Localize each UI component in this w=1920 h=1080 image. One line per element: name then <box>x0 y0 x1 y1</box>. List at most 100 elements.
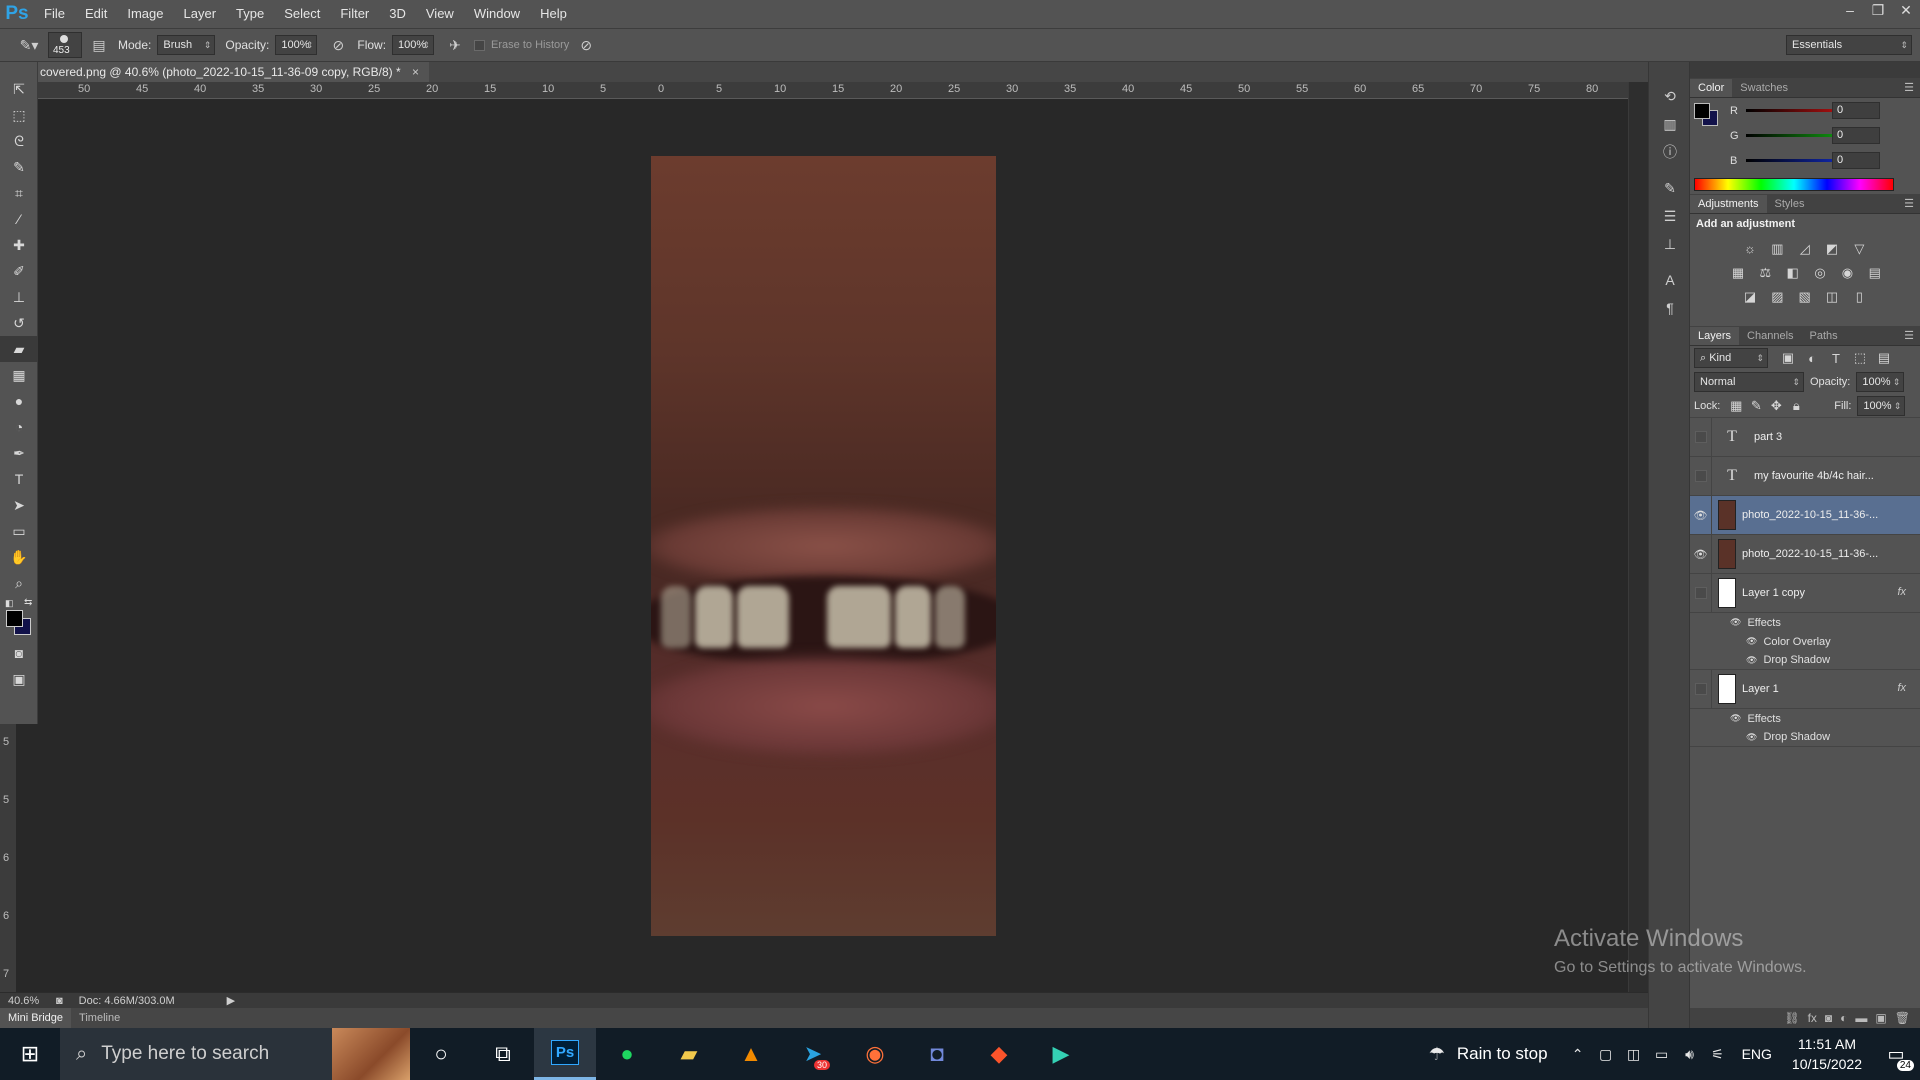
photoshop-taskbar-icon[interactable]: Ps <box>534 1028 596 1080</box>
menu-filter[interactable]: Filter <box>330 0 379 28</box>
effects-group[interactable]: 👁︎ Effects <box>1690 709 1920 728</box>
filter-shape-icon[interactable]: ⬚ <box>1848 346 1872 370</box>
tab-mini-bridge[interactable]: Mini Bridge <box>0 1008 72 1028</box>
levels-icon[interactable]: ▥ <box>1765 237 1789 261</box>
black-white-icon[interactable]: ◧ <box>1781 261 1805 285</box>
status-options-icon[interactable]: ◙ <box>56 995 63 1007</box>
menu-image[interactable]: Image <box>117 0 173 28</box>
filmora-icon[interactable]: ▶ <box>1030 1028 1092 1080</box>
input-language[interactable]: ENG <box>1742 1046 1772 1062</box>
exposure-icon[interactable]: ◩ <box>1820 237 1844 261</box>
brush-tool-icon[interactable]: ✐ <box>0 258 38 284</box>
document-tab[interactable]: covered.png @ 40.6% (photo_2022-10-15_11… <box>38 62 429 82</box>
flow-field[interactable]: 100% <box>392 35 435 55</box>
dodge-tool-icon[interactable]: ◔ <box>0 414 38 440</box>
photo-filter-icon[interactable]: ◎ <box>1808 261 1832 285</box>
layer-kind-filter[interactable]: ⌕ Kind <box>1694 348 1768 368</box>
windows-start-icon[interactable]: ⊞ <box>0 1028 60 1080</box>
hand-tool-icon[interactable]: ✋ <box>0 544 38 570</box>
layer-visibility-toggle[interactable]: 👁︎ <box>1690 534 1712 574</box>
brave-icon[interactable]: ◆ <box>968 1028 1030 1080</box>
effect-item[interactable]: 👁︎ Drop Shadow <box>1690 651 1920 670</box>
add-mask-icon[interactable]: ◙ <box>1825 1011 1832 1025</box>
foreground-color-swatch[interactable] <box>6 610 23 627</box>
filter-pixel-icon[interactable]: ▣ <box>1776 346 1800 370</box>
pen-tool-icon[interactable]: ✒ <box>0 440 38 466</box>
add-style-icon[interactable]: fx <box>1808 1011 1817 1025</box>
delete-layer-icon[interactable]: 🗑︎ <box>1895 1011 1910 1025</box>
layer-row[interactable]: 👁︎ photo_2022-10-15_11-36-... <box>1690 495 1920 535</box>
document-image[interactable] <box>651 156 996 936</box>
restore-button[interactable]: ❐ <box>1864 0 1892 20</box>
taskbar-search-box[interactable]: ⌕ Type here to search <box>60 1028 410 1080</box>
weather-icon[interactable]: ☂ <box>1423 1044 1451 1065</box>
menu-layer[interactable]: Layer <box>174 0 227 28</box>
meet-now-icon[interactable]: ▢ <box>1592 1046 1620 1063</box>
pressure-opacity-icon[interactable]: ⊘ <box>327 34 349 56</box>
clone-source-icon[interactable]: ⊥ <box>1649 230 1691 258</box>
panels-collapse-bar[interactable] <box>1690 62 1920 78</box>
default-colors-icon[interactable]: ◧ <box>5 598 14 609</box>
layer-effects-badge[interactable]: fx <box>1897 682 1906 694</box>
tab-color[interactable]: Color <box>1690 79 1733 97</box>
color-balance-icon[interactable]: ⚖ <box>1753 261 1777 285</box>
brush-presets-icon[interactable]: ✎ <box>1649 174 1691 202</box>
vibrance-icon[interactable]: ▽ <box>1847 237 1871 261</box>
close-button[interactable]: ✕ <box>1892 0 1920 20</box>
screen-mode-icon[interactable]: ▣ <box>0 666 38 692</box>
zoom-tool-icon[interactable]: ⌕ <box>0 570 38 596</box>
lock-all-icon[interactable]: 🔒︎ <box>1786 394 1806 418</box>
quick-mask-icon[interactable]: ◙ <box>0 640 38 666</box>
info-panel-icon[interactable]: ⓘ <box>1649 138 1691 166</box>
workspace-dropdown[interactable]: Essentials <box>1786 35 1912 55</box>
lock-image-icon[interactable]: ✎ <box>1746 394 1766 418</box>
hue-saturation-icon[interactable]: ▦ <box>1726 261 1750 285</box>
spotify-icon[interactable]: ● <box>596 1028 658 1080</box>
layer-row[interactable]: T my favourite 4b/4c hair... <box>1690 456 1920 496</box>
menu-edit[interactable]: Edit <box>75 0 117 28</box>
brush-size-picker[interactable]: 453 <box>48 32 82 58</box>
invert-icon[interactable]: ◪ <box>1738 285 1762 309</box>
red-value[interactable]: 0 <box>1832 102 1880 119</box>
filter-smart-object-icon[interactable]: ▤ <box>1872 346 1896 370</box>
new-group-icon[interactable]: ▬ <box>1855 1011 1867 1025</box>
clock[interactable]: 11:51 AM 10/15/2022 <box>1792 1034 1862 1074</box>
healing-brush-tool-icon[interactable]: ✚ <box>0 232 38 258</box>
quick-selection-tool-icon[interactable]: ✎ <box>0 154 38 180</box>
close-tab-icon[interactable]: × <box>412 65 419 79</box>
filter-type-icon[interactable]: T <box>1824 346 1848 370</box>
eraser-tool-icon[interactable]: ▰ <box>0 336 38 362</box>
new-layer-icon[interactable]: ▣ <box>1875 1011 1886 1025</box>
effect-item[interactable]: 👁︎ Drop Shadow <box>1690 728 1920 747</box>
curves-icon[interactable]: ◿ <box>1793 237 1817 261</box>
character-panel-icon[interactable]: A <box>1649 266 1691 294</box>
layer-row[interactable]: T part 3 <box>1690 417 1920 457</box>
task-view-icon[interactable]: ⧉ <box>472 1028 534 1080</box>
lasso-tool-icon[interactable]: ᘓ <box>0 128 38 154</box>
network-icon[interactable]: ⚟ <box>1704 1046 1732 1063</box>
lock-transparent-icon[interactable]: ▦ <box>1726 394 1746 418</box>
posterize-icon[interactable]: ▨ <box>1765 285 1789 309</box>
menu-view[interactable]: View <box>416 0 464 28</box>
volume-icon[interactable]: 🔊︎ <box>1676 1046 1704 1063</box>
layer-visibility-toggle[interactable] <box>1690 417 1712 457</box>
effect-eye-icon[interactable]: 👁︎ <box>1746 655 1757 666</box>
layer-visibility-toggle[interactable] <box>1690 456 1712 496</box>
history-panel-icon[interactable]: ⟲ <box>1649 82 1691 110</box>
marquee-tool-icon[interactable]: ⬚ <box>0 102 38 128</box>
color-lookup-icon[interactable]: ▤ <box>1863 261 1887 285</box>
layer-visibility-toggle[interactable] <box>1690 573 1712 613</box>
new-adjustment-icon[interactable]: ◐ <box>1840 1011 1847 1025</box>
notification-center-icon[interactable]: ▭ 24 <box>1872 1044 1920 1071</box>
move-tool-icon[interactable]: ⇱ <box>0 76 38 102</box>
status-menu-arrow-icon[interactable]: ▶ <box>227 994 235 1007</box>
green-slider[interactable]: G 0 <box>1690 123 1920 148</box>
threshold-icon[interactable]: ▧ <box>1793 285 1817 309</box>
gradient-tool-icon[interactable]: ▦ <box>0 362 38 388</box>
weather-text[interactable]: Rain to stop <box>1457 1044 1548 1064</box>
eyedropper-tool-icon[interactable]: ⁄ <box>0 206 38 232</box>
minimize-button[interactable]: – <box>1836 0 1864 20</box>
panel-menu-icon[interactable]: ☰ <box>1904 197 1914 210</box>
green-value[interactable]: 0 <box>1832 127 1880 144</box>
opacity-field[interactable]: 100% <box>275 35 318 55</box>
